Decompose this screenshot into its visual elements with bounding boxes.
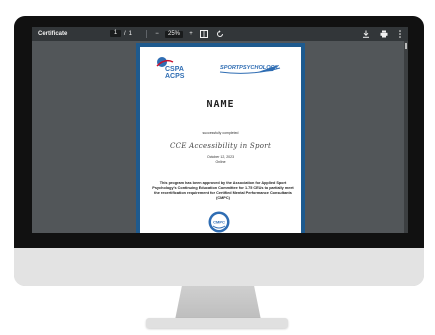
completed-text: successfully completed [202, 131, 239, 135]
acps-logo-text: ACPS [165, 73, 185, 80]
page-indicator: 1 / 1 [110, 30, 132, 37]
cmpc-badge-text: CMPC [213, 220, 225, 225]
cspa-logo-text: CSPA [165, 66, 184, 73]
zoom-level-input[interactable]: 25% [165, 30, 184, 38]
download-icon[interactable] [362, 30, 370, 38]
rotate-icon[interactable] [216, 30, 224, 38]
certificate-page: CSPA ACPS SPORTPSYCHOLOGY NAME successfu… [136, 43, 305, 233]
screen: Certificate 1 / 1 − 25% + CSPA ACPS SPOR… [32, 27, 408, 233]
vertical-scrollbar[interactable] [404, 41, 408, 233]
page-number-input[interactable]: 1 [110, 30, 121, 37]
print-icon[interactable] [380, 30, 388, 38]
recipient-name: NAME [206, 99, 235, 110]
toolbar-actions [362, 30, 402, 38]
zoom-in-button[interactable]: + [187, 30, 195, 38]
view-controls [200, 30, 224, 38]
course-title: CCE Accessibility in Sport [169, 142, 272, 150]
scrollbar-thumb[interactable] [405, 43, 407, 49]
completion-date: October 12, 2023 [206, 155, 235, 159]
delivery-mode: Online [215, 160, 226, 164]
page-separator: / [124, 30, 126, 37]
cmpc-badge: CMPC [208, 211, 230, 233]
more-options-icon[interactable] [398, 30, 402, 38]
zoom-controls: − 25% + [153, 30, 195, 38]
fit-page-icon[interactable] [200, 30, 208, 38]
toolbar-divider [146, 30, 147, 38]
page-total: 1 [128, 30, 133, 37]
cspa-logo: CSPA ACPS [156, 57, 185, 80]
monitor-stand-neck [175, 286, 261, 320]
monitor-chin [14, 248, 424, 286]
approval-statement: This program has been approved by the As… [152, 181, 294, 200]
monitor-stand-base [146, 318, 288, 328]
zoom-out-button[interactable]: − [153, 30, 161, 38]
sport-psychology-logo: SPORTPSYCHOLOGY [219, 65, 281, 74]
document-title: Certificate [38, 31, 68, 37]
pdf-toolbar: Certificate 1 / 1 − 25% + [32, 27, 408, 41]
